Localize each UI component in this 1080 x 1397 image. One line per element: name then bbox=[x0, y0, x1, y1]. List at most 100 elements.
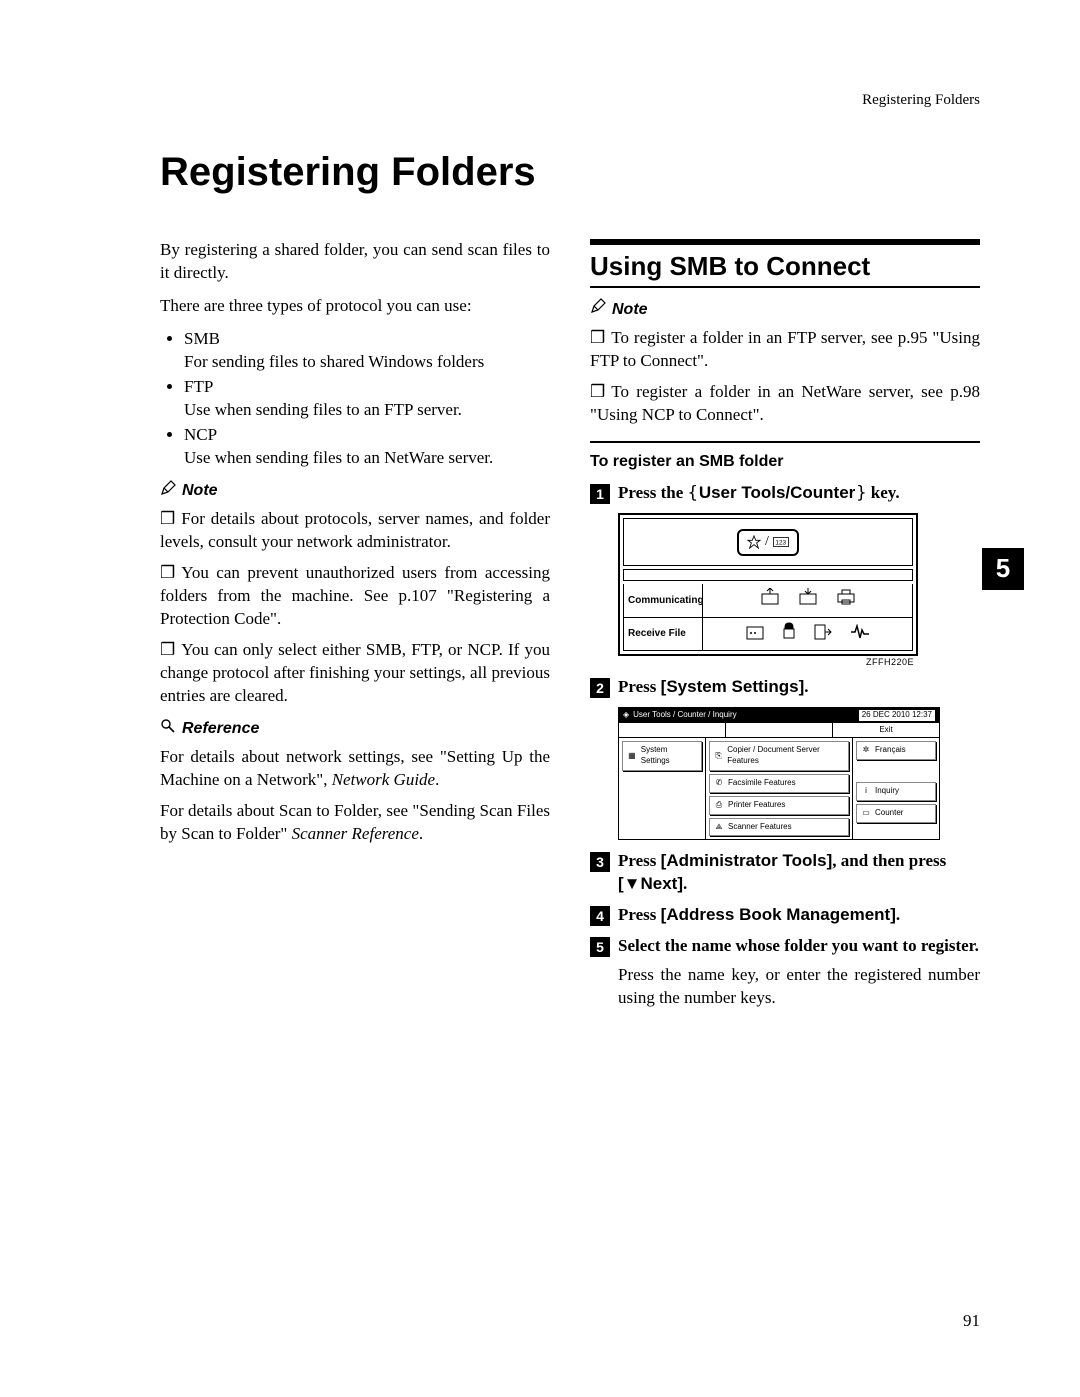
step-text: . bbox=[896, 905, 900, 924]
ref-doc-title: Scanner Reference bbox=[292, 824, 419, 843]
reference-item: For details about Scan to Folder, see "S… bbox=[160, 800, 550, 846]
diamond-icon: ◈ bbox=[623, 710, 629, 721]
gear-box-icon: ▦ bbox=[627, 751, 637, 762]
hardware-key-name: User Tools/Counter bbox=[688, 483, 867, 502]
ref-text: . bbox=[435, 770, 439, 789]
screenshot-button-label: Facsimile Features bbox=[728, 778, 796, 789]
step-5: 5 Select the name whose folder you want … bbox=[590, 935, 980, 958]
protocol-ncp-desc: Use when sending files to an NetWare ser… bbox=[184, 447, 550, 470]
step-text: . bbox=[804, 677, 808, 696]
protocol-smb-name: SMB bbox=[184, 329, 220, 348]
step-number-icon: 4 bbox=[590, 906, 610, 926]
screenshot-scanner-features-button: ⟁ Scanner Features bbox=[709, 818, 849, 837]
reference-label: Reference bbox=[182, 718, 259, 740]
confidential-icon bbox=[782, 622, 796, 646]
step-text: . bbox=[683, 874, 687, 893]
protocol-ncp-name: NCP bbox=[184, 425, 217, 444]
step-2: 2 Press [System Settings]. bbox=[590, 676, 980, 699]
step-3: 3 Press [Administrator Tools], and then … bbox=[590, 850, 980, 896]
protocol-ftp-desc: Use when sending files to an FTP server. bbox=[184, 399, 550, 422]
screenshot-copier-features-button: ⎘ Copier / Document Server Features bbox=[709, 741, 849, 771]
screenshot-button-label: System Settings bbox=[641, 745, 697, 767]
screenshot-button-label: Copier / Document Server Features bbox=[727, 745, 844, 767]
page-title: Registering Folders bbox=[160, 145, 980, 199]
right-column: Using SMB to Connect Note To register a … bbox=[590, 239, 980, 1020]
step-1: 1 Press the User Tools/Counter key. bbox=[590, 482, 980, 505]
screenshot-button-label: Counter bbox=[875, 808, 903, 819]
screenshot-timestamp: 26 DEC 2010 12:37 bbox=[859, 710, 935, 721]
step-number-icon: 3 bbox=[590, 852, 610, 872]
svg-text:123: 123 bbox=[775, 540, 786, 547]
fax-out-icon bbox=[760, 588, 780, 612]
door-open-icon bbox=[814, 622, 832, 646]
protocol-list: SMB For sending files to shared Windows … bbox=[160, 328, 550, 470]
note-item: To register a folder in an NetWare serve… bbox=[590, 381, 980, 427]
figure-caption: ZFFH220E bbox=[618, 656, 914, 668]
step-number-icon: 2 bbox=[590, 678, 610, 698]
step-5-body: Press the name key, or enter the registe… bbox=[618, 964, 980, 1010]
note-label-left: Note bbox=[182, 480, 218, 502]
screenshot-exit-button: Exit bbox=[833, 723, 939, 739]
screenshot-printer-features-button: ⎙ Printer Features bbox=[709, 796, 849, 815]
printer-icon: ⎙ bbox=[714, 800, 724, 811]
globe-icon: ✲ bbox=[861, 745, 871, 756]
panel-row-label-communicating: Communicating bbox=[624, 584, 703, 616]
system-settings-screenshot: ◈ User Tools / Counter / Inquiry 26 DEC … bbox=[618, 707, 940, 841]
info-icon: i bbox=[861, 786, 871, 797]
fax-in-icon bbox=[798, 588, 818, 612]
note-item: You can only select either SMB, FTP, or … bbox=[160, 639, 550, 708]
chapter-tab: 5 bbox=[982, 548, 1024, 590]
pencil-icon bbox=[590, 298, 606, 321]
step-text: Press bbox=[618, 905, 661, 924]
counter-icon: ▭ bbox=[861, 808, 871, 819]
section-heading: Using SMB to Connect bbox=[590, 239, 980, 288]
soft-key-name: [Administrator Tools] bbox=[661, 851, 833, 870]
step-text: Press the bbox=[618, 483, 688, 502]
note-item: For details about protocols, server name… bbox=[160, 508, 550, 554]
screenshot-button-label: Scanner Features bbox=[728, 822, 792, 833]
step-text: Press bbox=[618, 677, 661, 696]
page-number: 91 bbox=[963, 1310, 980, 1333]
left-column: By registering a shared folder, you can … bbox=[160, 239, 550, 1020]
step-text: , and then press bbox=[832, 851, 946, 870]
panel-row-label-receive-file: Receive File bbox=[624, 618, 703, 650]
screenshot-title: User Tools / Counter / Inquiry bbox=[633, 710, 736, 721]
protocol-smb-desc: For sending files to shared Windows fold… bbox=[184, 351, 550, 374]
control-panel-figure: / 123 Communicating Rec bbox=[618, 513, 918, 668]
step-number-icon: 5 bbox=[590, 937, 610, 957]
soft-key-name: [System Settings] bbox=[661, 677, 805, 696]
soft-key-name: [▼Next] bbox=[618, 874, 683, 893]
screenshot-language-button: ✲ Français bbox=[856, 741, 936, 760]
running-header: Registering Folders bbox=[160, 90, 980, 110]
note-heading-left: Note bbox=[160, 480, 550, 503]
protocol-ftp-name: FTP bbox=[184, 377, 213, 396]
ref-text: . bbox=[419, 824, 423, 843]
note-item: To register a folder in an FTP server, s… bbox=[590, 327, 980, 373]
step-text: Select the name whose folder you want to… bbox=[618, 935, 979, 958]
step-number-icon: 1 bbox=[590, 484, 610, 504]
screenshot-button-label: Printer Features bbox=[728, 800, 785, 811]
note-heading-right: Note bbox=[590, 298, 980, 321]
note-item: You can prevent unauthorized users from … bbox=[160, 562, 550, 631]
copier-icon: ⎘ bbox=[714, 751, 723, 762]
magnifier-icon bbox=[160, 718, 176, 741]
soft-key-name: [Address Book Management] bbox=[661, 905, 896, 924]
screenshot-button-label: Français bbox=[875, 745, 906, 756]
step-text: key. bbox=[867, 483, 900, 502]
screenshot-fax-features-button: ✆ Facsimile Features bbox=[709, 774, 849, 793]
memory-file-icon bbox=[746, 622, 764, 646]
screenshot-button-label: Inquiry bbox=[875, 786, 899, 797]
intro-paragraph-2: There are three types of protocol you ca… bbox=[160, 295, 550, 318]
print-icon bbox=[836, 588, 856, 612]
note-label-right: Note bbox=[612, 299, 648, 321]
signal-icon bbox=[850, 622, 870, 646]
scanner-icon: ⟁ bbox=[714, 822, 724, 833]
intro-paragraph-1: By registering a shared folder, you can … bbox=[160, 239, 550, 285]
subsection-heading: To register an SMB folder bbox=[590, 441, 980, 473]
step-4: 4 Press [Address Book Management]. bbox=[590, 904, 980, 927]
reference-heading: Reference bbox=[160, 718, 550, 741]
screenshot-counter-button: ▭ Counter bbox=[856, 804, 936, 823]
step-text: Press bbox=[618, 851, 661, 870]
fax-icon: ✆ bbox=[714, 778, 724, 789]
reference-item: For details about network settings, see … bbox=[160, 746, 550, 792]
